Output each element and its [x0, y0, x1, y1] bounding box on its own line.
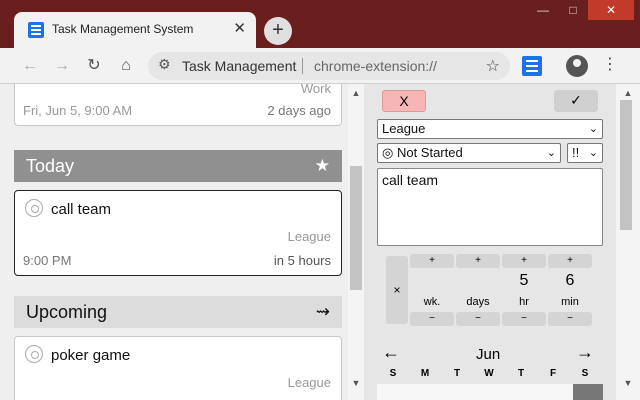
extension-puzzle-icon: ⚙ [158, 56, 171, 72]
address-bar[interactable]: ⚙ Task Management chrome-extension:// ☆ [148, 52, 510, 80]
bookmark-star-icon[interactable]: ☆ [486, 56, 500, 76]
wavy-arrow-icon[interactable]: ⇝ [316, 302, 330, 322]
extension-page: Work Fri, Jun 5, 9:00 AM 2 days ago Toda… [0, 84, 640, 400]
tab-title: Task Management System [52, 22, 194, 36]
task-status-icon[interactable] [25, 345, 43, 363]
task-title: poker game [51, 347, 131, 364]
weekday-label: S [389, 368, 397, 379]
weeks-stepper[interactable]: + wk. − [410, 254, 454, 326]
decrement-minutes-button[interactable]: − [548, 312, 592, 326]
increment-days-button[interactable]: + [456, 254, 500, 268]
new-tab-button[interactable]: + [264, 17, 292, 45]
weeks-unit: wk. [423, 296, 441, 308]
weekday-label: M [420, 368, 430, 379]
browser-titlebar: Task Management System ✕ + — □ ✕ [0, 0, 640, 48]
calendar-month: Jun [476, 346, 501, 363]
calendar-week-row[interactable] [377, 384, 603, 400]
today-section-header[interactable]: Today ★ [14, 150, 342, 182]
prev-month-arrow-icon[interactable]: ← [382, 342, 400, 363]
back-arrow-icon[interactable]: ← [18, 54, 42, 78]
hours-value: 5 [519, 272, 529, 289]
minutes-stepper[interactable]: + 6 min − [548, 254, 592, 326]
increment-hours-button[interactable]: + [502, 254, 546, 268]
status-select-value: ◎ Not Started [382, 145, 463, 160]
task-time: 9:00 PM [23, 253, 72, 268]
priority-select[interactable]: !! ⌄ [567, 143, 603, 163]
task-category: League [287, 375, 331, 390]
task-list-panel: Work Fri, Jun 5, 9:00 AM 2 days ago Toda… [0, 84, 348, 400]
chevron-down-icon: ⌄ [588, 123, 598, 135]
weekday-label: S [581, 368, 589, 379]
weekday-label: F [549, 368, 557, 379]
task-category: League [287, 229, 331, 244]
minimize-icon[interactable]: — [528, 0, 558, 20]
tasks-favicon-icon [28, 22, 44, 38]
hours-stepper[interactable]: + 5 hr − [502, 254, 546, 326]
task-card-upcoming[interactable]: poker game League [14, 336, 342, 400]
reset-time-button[interactable]: × [386, 256, 408, 324]
task-status-icon[interactable] [25, 199, 43, 217]
today-title: Today [26, 156, 75, 176]
task-relative-time: in 5 hours [273, 253, 331, 268]
weekday-label: T [517, 368, 525, 379]
selected-day-cell[interactable] [573, 384, 603, 400]
increment-minutes-button[interactable]: + [548, 254, 592, 268]
priority-select-value: !! [572, 145, 580, 160]
profile-avatar-icon[interactable] [566, 55, 588, 77]
scroll-up-icon[interactable]: ▲ [348, 88, 364, 98]
scroll-down-icon[interactable]: ▼ [620, 378, 636, 388]
category-select[interactable]: League ⌄ [377, 119, 603, 139]
omnibox-title: Task Management [182, 58, 297, 74]
task-card-today[interactable]: call team League 9:00 PM in 5 hours [14, 190, 342, 276]
hours-unit: hr [519, 296, 529, 308]
days-stepper[interactable]: + days − [456, 254, 500, 326]
task-list-scrollbar[interactable]: ▲ ▼ [348, 84, 364, 400]
browser-menu-icon[interactable]: ⋮ [602, 54, 618, 74]
status-select[interactable]: ◎ Not Started ⌄ [377, 143, 561, 163]
reload-icon[interactable]: ↻ [82, 54, 106, 78]
star-icon[interactable]: ★ [315, 156, 330, 176]
next-month-arrow-icon[interactable]: → [576, 342, 594, 363]
minutes-value: 6 [565, 272, 575, 289]
confirm-button[interactable]: ✓ [554, 90, 598, 112]
chevron-down-icon: ⌄ [588, 147, 598, 159]
omnibox-url: chrome-extension:// [314, 58, 437, 74]
omnibox-divider [302, 58, 303, 74]
task-editor-panel: X ✓ League ⌄ ◎ Not Started ⌄ !! ⌄ call t… [364, 84, 616, 400]
decrement-days-button[interactable]: − [456, 312, 500, 326]
forward-arrow-icon[interactable]: → [50, 54, 74, 78]
browser-tab[interactable]: Task Management System ✕ [14, 12, 256, 48]
browser-toolbar: ← → ↻ ⌂ ⚙ Task Management chrome-extensi… [0, 48, 640, 84]
task-extension-icon[interactable] [522, 56, 542, 76]
editor-scrollbar[interactable]: ▲ ▼ [616, 84, 640, 400]
weekday-label: T [453, 368, 461, 379]
task-card-past[interactable]: Work Fri, Jun 5, 9:00 AM 2 days ago [14, 84, 342, 126]
increment-weeks-button[interactable]: + [410, 254, 454, 268]
home-icon[interactable]: ⌂ [114, 54, 138, 78]
scroll-down-icon[interactable]: ▼ [348, 378, 364, 388]
task-date: Fri, Jun 5, 9:00 AM [23, 103, 133, 118]
scroll-up-icon[interactable]: ▲ [620, 88, 636, 98]
tab-close-icon[interactable]: ✕ [233, 19, 246, 37]
decrement-hours-button[interactable]: − [502, 312, 546, 326]
scrollbar-thumb[interactable] [350, 166, 362, 290]
task-category: Work [300, 84, 331, 96]
maximize-icon[interactable]: □ [558, 0, 588, 20]
decrement-weeks-button[interactable]: − [410, 312, 454, 326]
description-textarea[interactable]: call team [377, 168, 603, 246]
cancel-button[interactable]: X [382, 90, 426, 112]
scrollbar-thumb[interactable] [620, 100, 632, 230]
days-unit: days [466, 296, 490, 308]
weekday-label: W [484, 368, 494, 379]
minutes-unit: min [561, 296, 579, 308]
chevron-down-icon: ⌄ [546, 147, 556, 159]
task-relative-time: 2 days ago [267, 103, 331, 118]
upcoming-section-header[interactable]: Upcoming ⇝ [14, 296, 342, 328]
window-close-icon[interactable]: ✕ [588, 0, 634, 20]
upcoming-title: Upcoming [26, 302, 108, 322]
task-title: call team [51, 201, 112, 218]
category-select-value: League [382, 121, 426, 136]
